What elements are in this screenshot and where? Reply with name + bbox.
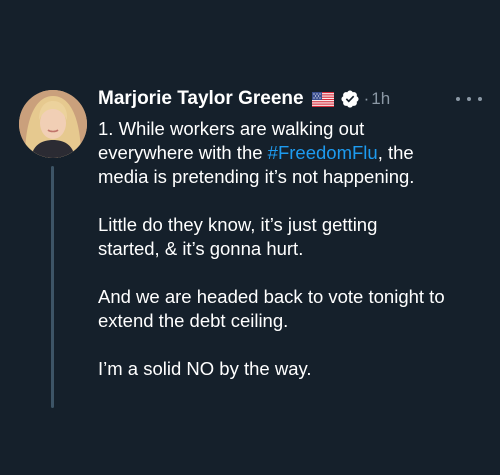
tweet-header: Marjorie Taylor Greene · 1h [98, 86, 390, 112]
more-dot [478, 97, 482, 101]
more-dot [456, 97, 460, 101]
more-dot [467, 97, 471, 101]
tweet-line: 1. While workers are walking out [98, 118, 365, 139]
tweet-text: 1. While workers are walking out everywh… [98, 117, 493, 381]
tweet-paragraph-4: I’m a solid NO by the way. [98, 357, 493, 381]
author-name[interactable]: Marjorie Taylor Greene [98, 88, 304, 110]
thread-line [51, 166, 54, 408]
tweet-timestamp[interactable]: 1h [371, 89, 390, 109]
hashtag-link[interactable]: #FreedomFlu [268, 142, 378, 163]
tweet-line: Little do they know, it’s just getting [98, 214, 378, 235]
tweet-line: extend the debt ceiling. [98, 310, 289, 331]
tweet-paragraph-2: Little do they know, it’s just getting s… [98, 213, 493, 261]
avatar-image [19, 90, 87, 158]
tweet-line: everywhere with the [98, 142, 268, 163]
tweet-line: I’m a solid NO by the way. [98, 358, 312, 379]
us-flag-icon [311, 91, 334, 107]
more-options-icon[interactable] [456, 91, 482, 107]
tweet-line: , the [377, 142, 414, 163]
tweet-card[interactable]: Marjorie Taylor Greene · 1h 1. While wor… [0, 0, 500, 475]
tweet-line: media is pretending it’s not happening. [98, 166, 415, 187]
separator-dot: · [363, 89, 370, 108]
tweet-line: And we are headed back to vote tonight t… [98, 286, 445, 307]
avatar[interactable] [19, 90, 87, 158]
tweet-paragraph-3: And we are headed back to vote tonight t… [98, 285, 493, 333]
tweet-paragraph-1: 1. While workers are walking out everywh… [98, 117, 493, 189]
tweet-line: started, & it’s gonna hurt. [98, 238, 304, 259]
verified-badge-icon[interactable] [340, 89, 360, 109]
